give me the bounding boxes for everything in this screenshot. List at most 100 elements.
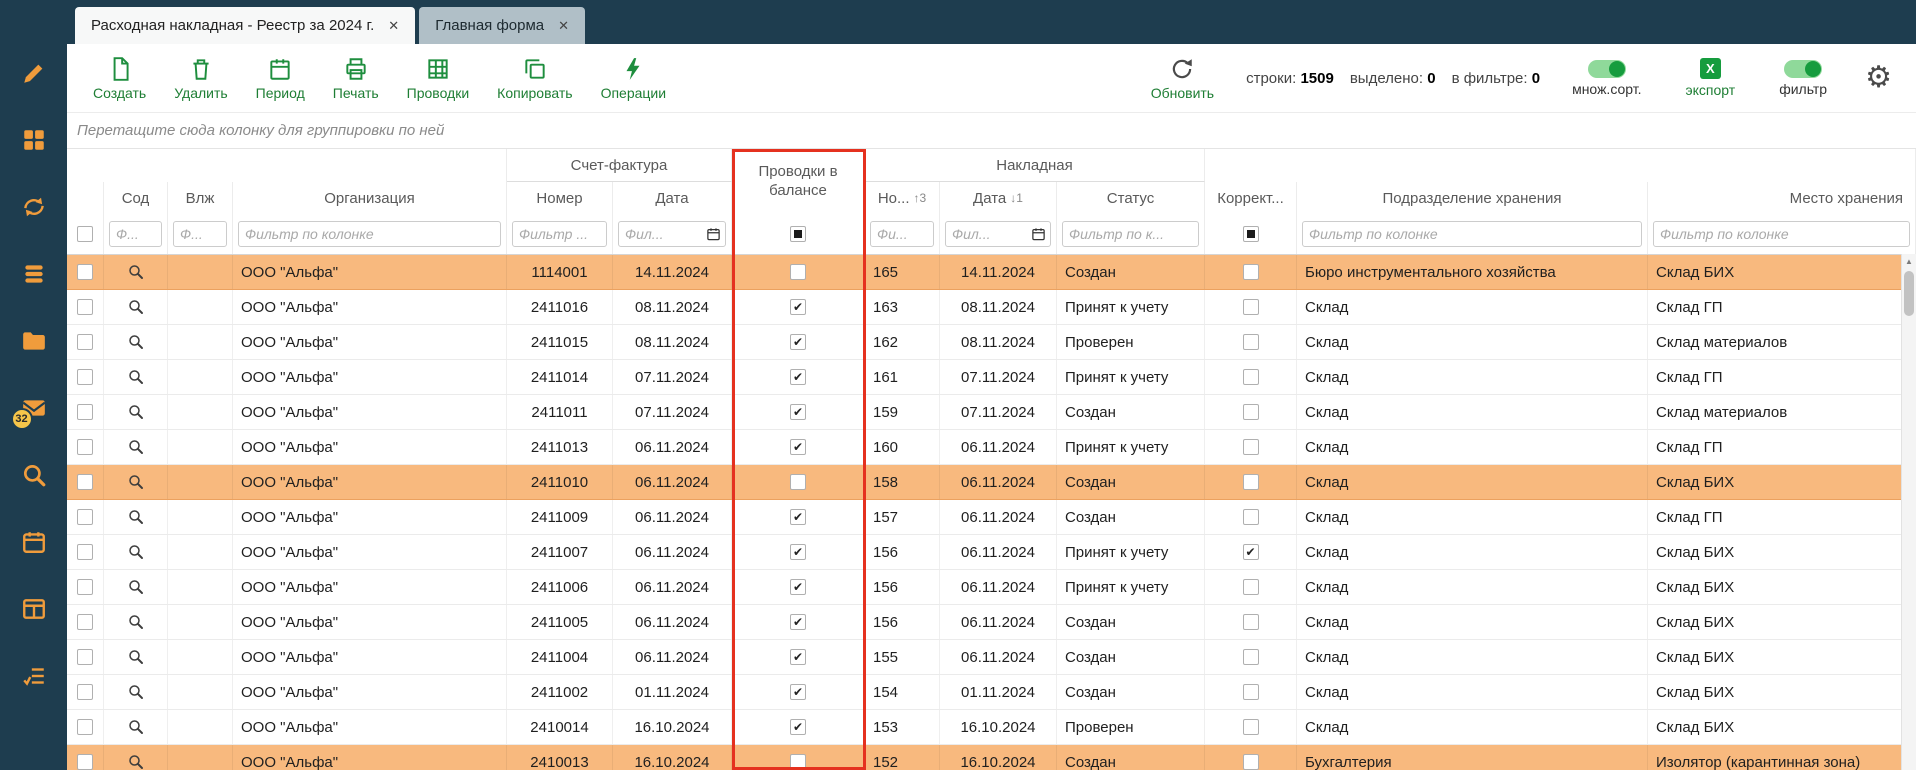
correction-checkbox[interactable] <box>1243 404 1259 420</box>
folder-icon[interactable] <box>21 328 47 354</box>
column-header-status[interactable]: Статус <box>1057 182 1205 214</box>
close-icon[interactable]: ✕ <box>558 18 569 34</box>
row-checkbox[interactable] <box>77 649 93 665</box>
postings-checkbox[interactable] <box>790 509 806 525</box>
report-board-icon[interactable] <box>21 596 47 622</box>
correction-checkbox[interactable] <box>1243 649 1259 665</box>
column-header-waybill-date[interactable]: Дата ↓1 <box>940 182 1057 214</box>
table-row[interactable]: ООО "Альфа" 1114001 14.11.2024 165 14.11… <box>67 255 1916 290</box>
row-checkbox[interactable] <box>77 264 93 280</box>
magnifier-icon[interactable] <box>127 578 145 596</box>
apps-grid-icon[interactable] <box>21 127 47 153</box>
row-checkbox[interactable] <box>77 334 93 350</box>
magnifier-icon[interactable] <box>127 508 145 526</box>
table-row[interactable]: ООО "Альфа" 2411011 07.11.2024 159 07.11… <box>67 395 1916 430</box>
correction-checkbox[interactable] <box>1243 509 1259 525</box>
vlzh-filter-input[interactable] <box>173 221 227 247</box>
copy-button[interactable]: Копировать <box>485 52 584 105</box>
multi-sort-toggle[interactable]: множ.сорт. <box>1560 56 1653 101</box>
magnifier-icon[interactable] <box>127 263 145 281</box>
calendar-icon[interactable] <box>21 529 47 555</box>
postings-checkbox[interactable] <box>790 439 806 455</box>
postings-checkbox[interactable] <box>790 684 806 700</box>
refresh-button[interactable]: Обновить <box>1139 52 1226 105</box>
postings-checkbox[interactable] <box>790 404 806 420</box>
postings-filter-checkbox[interactable] <box>790 226 806 242</box>
postings-checkbox[interactable] <box>790 754 806 770</box>
calendar-picker-icon[interactable] <box>706 227 721 242</box>
column-header-invoice-number[interactable]: Номер <box>507 182 613 214</box>
table-row[interactable]: ООО "Альфа" 2411007 06.11.2024 156 06.11… <box>67 535 1916 570</box>
tab-main-form[interactable]: Главная форма ✕ <box>419 7 585 44</box>
row-checkbox[interactable] <box>77 544 93 560</box>
mail-icon[interactable]: 32 <box>21 395 47 421</box>
correction-checkbox[interactable] <box>1243 544 1259 560</box>
correction-filter-checkbox[interactable] <box>1243 226 1259 242</box>
correction-checkbox[interactable] <box>1243 474 1259 490</box>
settings-gear-icon[interactable]: ⚙ <box>1859 63 1898 93</box>
group-header-invoice[interactable]: Счет-фактура <box>507 149 732 182</box>
list-stack-icon[interactable] <box>21 261 47 287</box>
vertical-scrollbar[interactable]: ▲ <box>1901 254 1916 770</box>
postings-checkbox[interactable] <box>790 719 806 735</box>
column-header-organization[interactable]: Организация <box>233 182 507 214</box>
invoice-number-filter-input[interactable] <box>512 221 607 247</box>
print-button[interactable]: Печать <box>321 52 391 105</box>
status-filter-input[interactable] <box>1062 221 1199 247</box>
task-list-icon[interactable] <box>21 663 47 689</box>
organization-filter-input[interactable] <box>238 221 501 247</box>
table-row[interactable]: ООО "Альфа" 2411006 06.11.2024 156 06.11… <box>67 570 1916 605</box>
table-row[interactable]: ООО "Альфа" 2411004 06.11.2024 155 06.11… <box>67 640 1916 675</box>
postings-button[interactable]: Проводки <box>395 52 482 105</box>
postings-checkbox[interactable] <box>790 544 806 560</box>
correction-checkbox[interactable] <box>1243 614 1259 630</box>
magnifier-icon[interactable] <box>127 683 145 701</box>
table-row[interactable]: ООО "Альфа" 2411010 06.11.2024 158 06.11… <box>67 465 1916 500</box>
postings-checkbox[interactable] <box>790 299 806 315</box>
magnifier-icon[interactable] <box>127 298 145 316</box>
period-button[interactable]: Период <box>244 52 317 105</box>
edit-pencil-icon[interactable] <box>21 60 47 86</box>
column-header-sod[interactable]: Сод <box>104 182 168 214</box>
postings-checkbox[interactable] <box>790 369 806 385</box>
delete-button[interactable]: Удалить <box>162 52 239 105</box>
row-checkbox[interactable] <box>77 474 93 490</box>
export-button[interactable]: X экспорт <box>1674 54 1748 102</box>
table-row[interactable]: ООО "Альфа" 2411002 01.11.2024 154 01.11… <box>67 675 1916 710</box>
location-filter-input[interactable] <box>1653 221 1910 247</box>
correction-checkbox[interactable] <box>1243 369 1259 385</box>
correction-checkbox[interactable] <box>1243 719 1259 735</box>
column-header-correction[interactable]: Коррект... <box>1205 182 1297 214</box>
search-icon[interactable] <box>21 462 47 488</box>
calendar-picker-icon[interactable] <box>1031 227 1046 242</box>
row-checkbox[interactable] <box>77 509 93 525</box>
correction-checkbox[interactable] <box>1243 264 1259 280</box>
group-by-bar[interactable]: Перетащите сюда колонку для группировки … <box>67 112 1916 149</box>
postings-checkbox[interactable] <box>790 474 806 490</box>
magnifier-icon[interactable] <box>127 718 145 736</box>
row-checkbox[interactable] <box>77 369 93 385</box>
table-row[interactable]: ООО "Альфа" 2411015 08.11.2024 162 08.11… <box>67 325 1916 360</box>
column-header-invoice-date[interactable]: Дата <box>613 182 732 214</box>
table-row[interactable]: ООО "Альфа" 2410013 16.10.2024 152 16.10… <box>67 745 1916 770</box>
table-row[interactable]: ООО "Альфа" 2411009 06.11.2024 157 06.11… <box>67 500 1916 535</box>
magnifier-icon[interactable] <box>127 543 145 561</box>
magnifier-icon[interactable] <box>127 368 145 386</box>
tab-register-2024[interactable]: Расходная накладная - Реестр за 2024 г. … <box>75 7 415 44</box>
magnifier-icon[interactable] <box>127 753 145 770</box>
row-checkbox[interactable] <box>77 299 93 315</box>
sort-asc-indicator[interactable]: ↑3 <box>914 191 927 205</box>
table-row[interactable]: ООО "Альфа" 2411005 06.11.2024 156 06.11… <box>67 605 1916 640</box>
column-header-vlzh[interactable]: Влж <box>168 182 233 214</box>
toggle-on-icon[interactable] <box>1784 60 1822 78</box>
postings-checkbox[interactable] <box>790 334 806 350</box>
scroll-up-arrow-icon[interactable]: ▲ <box>1902 254 1916 269</box>
correction-checkbox[interactable] <box>1243 439 1259 455</box>
row-checkbox[interactable] <box>77 684 93 700</box>
column-header-department[interactable]: Подразделение хранения <box>1297 182 1648 214</box>
table-row[interactable]: ООО "Альфа" 2411013 06.11.2024 160 06.11… <box>67 430 1916 465</box>
row-checkbox[interactable] <box>77 579 93 595</box>
correction-checkbox[interactable] <box>1243 299 1259 315</box>
magnifier-icon[interactable] <box>127 438 145 456</box>
column-header-waybill-number[interactable]: Но... ↑3 <box>865 182 940 214</box>
